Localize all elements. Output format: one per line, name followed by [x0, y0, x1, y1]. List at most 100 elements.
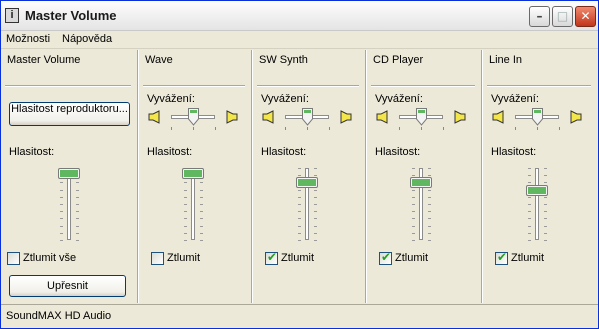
close-button[interactable]: ✕	[575, 6, 596, 27]
mixer-icon[interactable]: i	[5, 8, 19, 23]
balance-slider-thumb[interactable]	[532, 108, 543, 126]
volume-tick	[76, 197, 79, 198]
volume-tick	[60, 182, 63, 183]
volume-tick	[200, 233, 203, 234]
volume-tick	[314, 204, 317, 205]
volume-tick	[184, 218, 187, 219]
volume-tick	[528, 233, 531, 234]
volume-tick	[528, 218, 531, 219]
volume-tick	[60, 197, 63, 198]
volume-tick	[412, 168, 415, 169]
volume-tick	[428, 240, 431, 241]
volume-tick	[428, 211, 431, 212]
balance-label: Vyvážení:	[491, 93, 539, 105]
volume-tick	[200, 190, 203, 191]
volume-tick	[412, 226, 415, 227]
volume-tick	[544, 233, 547, 234]
volume-tick	[200, 226, 203, 227]
volume-track[interactable]	[535, 168, 539, 240]
volume-tick	[412, 204, 415, 205]
volume-tick	[200, 240, 203, 241]
mute-all-checkbox[interactable]	[7, 252, 20, 265]
volume-tick	[200, 182, 203, 183]
channel-cd-player: CD Player Vyvážení: Hlasitost: ✔ Ztlumit	[367, 50, 481, 303]
volume-tick	[314, 233, 317, 234]
volume-tick	[60, 240, 63, 241]
volume-tick	[544, 175, 547, 176]
checkmark-icon: ✔	[381, 250, 392, 264]
volume-tick	[76, 204, 79, 205]
volume-tick	[544, 218, 547, 219]
balance-label: Vyvážení:	[147, 93, 195, 105]
balance-slider-thumb[interactable]	[416, 108, 427, 126]
volume-tick	[528, 204, 531, 205]
mute-checkbox[interactable]: ✔	[265, 250, 278, 265]
balance-slider-thumb[interactable]	[302, 108, 313, 126]
channel-wave: Wave Vyvážení: Hlasitost: Ztlumit	[139, 50, 251, 303]
master-volume-window: i Master Volume – □ ✕ Možnosti Nápověda …	[0, 0, 599, 329]
balance-slider-thumb[interactable]	[188, 108, 199, 126]
volume-tick	[412, 240, 415, 241]
volume-slider-thumb[interactable]	[296, 177, 318, 188]
divider	[143, 85, 245, 87]
volume-tick	[184, 240, 187, 241]
channel-title: SW Synth	[259, 54, 308, 66]
menu-help[interactable]: Nápověda	[62, 33, 112, 45]
mute-label: Ztlumit	[511, 252, 544, 264]
volume-tick	[428, 226, 431, 227]
volume-tick	[298, 197, 301, 198]
volume-tick	[428, 233, 431, 234]
volume-tick	[544, 182, 547, 183]
balance-label: Vyvážení:	[261, 93, 309, 105]
master-channel: Master Volume Hlasitost reproduktoru... …	[1, 50, 137, 303]
volume-tick	[298, 226, 301, 227]
volume-slider-thumb[interactable]	[526, 185, 548, 196]
balance-tick	[215, 127, 216, 130]
channel-title: CD Player	[373, 54, 424, 66]
volume-tick	[314, 240, 317, 241]
volume-tick	[428, 190, 431, 191]
volume-tick	[60, 226, 63, 227]
volume-tick	[76, 182, 79, 183]
volume-slider-thumb[interactable]	[58, 168, 80, 179]
volume-tick	[544, 168, 547, 169]
minimize-button[interactable]: –	[529, 6, 550, 27]
volume-tick	[528, 226, 531, 227]
minimize-icon: –	[536, 9, 543, 23]
volume-tick	[200, 197, 203, 198]
mute-checkbox[interactable]	[151, 252, 164, 265]
menu-options[interactable]: Možnosti	[6, 33, 50, 45]
volume-slider-thumb[interactable]	[410, 177, 432, 188]
channel-line-in: Line In Vyvážení: Hlasitost: ✔ Ztlumit	[483, 50, 597, 303]
volume-slider-thumb[interactable]	[182, 168, 204, 179]
volume-tick	[184, 226, 187, 227]
volume-tick	[76, 233, 79, 234]
volume-tick	[184, 211, 187, 212]
volume-tick	[184, 197, 187, 198]
volume-tick	[314, 190, 317, 191]
volume-tick	[298, 175, 301, 176]
volume-tick	[528, 175, 531, 176]
advanced-button[interactable]: Upřesnit	[9, 275, 126, 297]
volume-tick	[298, 190, 301, 191]
mute-checkbox[interactable]: ✔	[495, 250, 508, 265]
volume-tick	[314, 226, 317, 227]
volume-tick	[428, 168, 431, 169]
volume-tick	[184, 190, 187, 191]
speaker-right-icon	[340, 110, 352, 124]
speaker-right-icon	[226, 110, 238, 124]
volume-tick	[60, 233, 63, 234]
volume-tick	[314, 211, 317, 212]
title-bar[interactable]: i Master Volume – □ ✕	[1, 1, 598, 31]
volume-tick	[428, 218, 431, 219]
volume-tick	[60, 190, 63, 191]
mute-all-label: Ztlumit vše	[23, 252, 77, 264]
volume-tick	[184, 204, 187, 205]
balance-tick	[307, 127, 308, 130]
volume-tick	[314, 175, 317, 176]
speaker-left-icon	[148, 110, 160, 124]
speaker-right-icon	[454, 110, 466, 124]
speaker-volume-button[interactable]: Hlasitost reproduktoru...	[9, 102, 130, 126]
mute-checkbox[interactable]: ✔	[379, 250, 392, 265]
maximize-button[interactable]: □	[552, 6, 573, 27]
